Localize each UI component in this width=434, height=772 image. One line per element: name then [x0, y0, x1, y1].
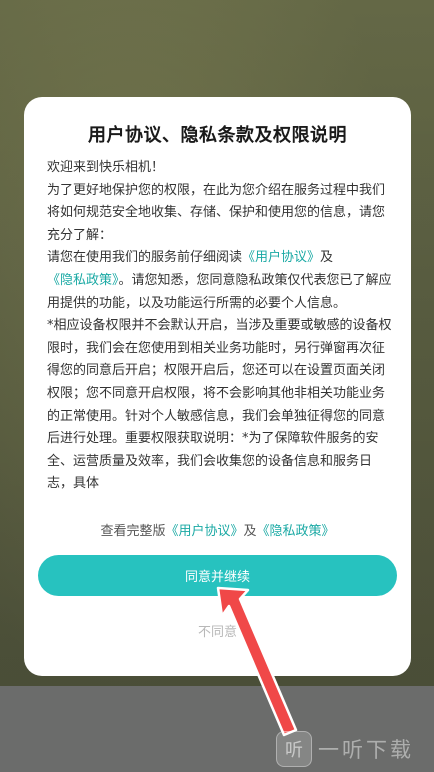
- footer-and: 及: [243, 524, 257, 539]
- agreement-body[interactable]: 欢迎来到快乐相机！ 为了更好地保护您的权限，在此为您介绍在服务过程中我们将如何规…: [47, 157, 397, 507]
- watermark-logo-icon: 听: [276, 731, 312, 767]
- full-version-links: 查看完整版《用户协议》及《隐私政策》: [24, 520, 411, 539]
- read-prefix: 请您在使用我们的服务前仔细阅读: [47, 250, 243, 266]
- intro-text: 为了更好地保护您的权限，在此为您介绍在服务过程中我们将如何规范安全地收集、存储、…: [47, 182, 386, 243]
- watermark: 听 一听下载: [276, 728, 432, 770]
- user-agreement-link[interactable]: 《用户协议》: [242, 250, 320, 265]
- footer-prefix: 查看完整版: [100, 524, 166, 539]
- disagree-button[interactable]: 不同意: [24, 621, 411, 640]
- footer-user-agreement-link[interactable]: 《用户协议》: [165, 524, 243, 539]
- privacy-dialog: 用户协议、隐私条款及权限说明 欢迎来到快乐相机！ 为了更好地保护您的权限，在此为…: [24, 97, 411, 676]
- welcome-text: 欢迎来到快乐相机！: [47, 160, 165, 175]
- agree-button[interactable]: 同意并继续: [38, 555, 397, 596]
- permissions-text: *相应设备权限并不会默认开启，当涉及重要或敏感的设备权限时，我们会在您使用到相关…: [47, 318, 392, 492]
- privacy-policy-link[interactable]: 《隐私政策》: [47, 273, 119, 288]
- footer-privacy-policy-link[interactable]: 《隐私政策》: [257, 524, 335, 539]
- read-notice: 请您在使用我们的服务前仔细阅读《用户协议》及 《隐私政策》。请您知悉，您同意隐私政…: [47, 247, 397, 315]
- and-text: 及: [320, 250, 334, 266]
- watermark-text: 一听下载: [318, 738, 414, 762]
- dialog-title: 用户协议、隐私条款及权限说明: [88, 125, 347, 146]
